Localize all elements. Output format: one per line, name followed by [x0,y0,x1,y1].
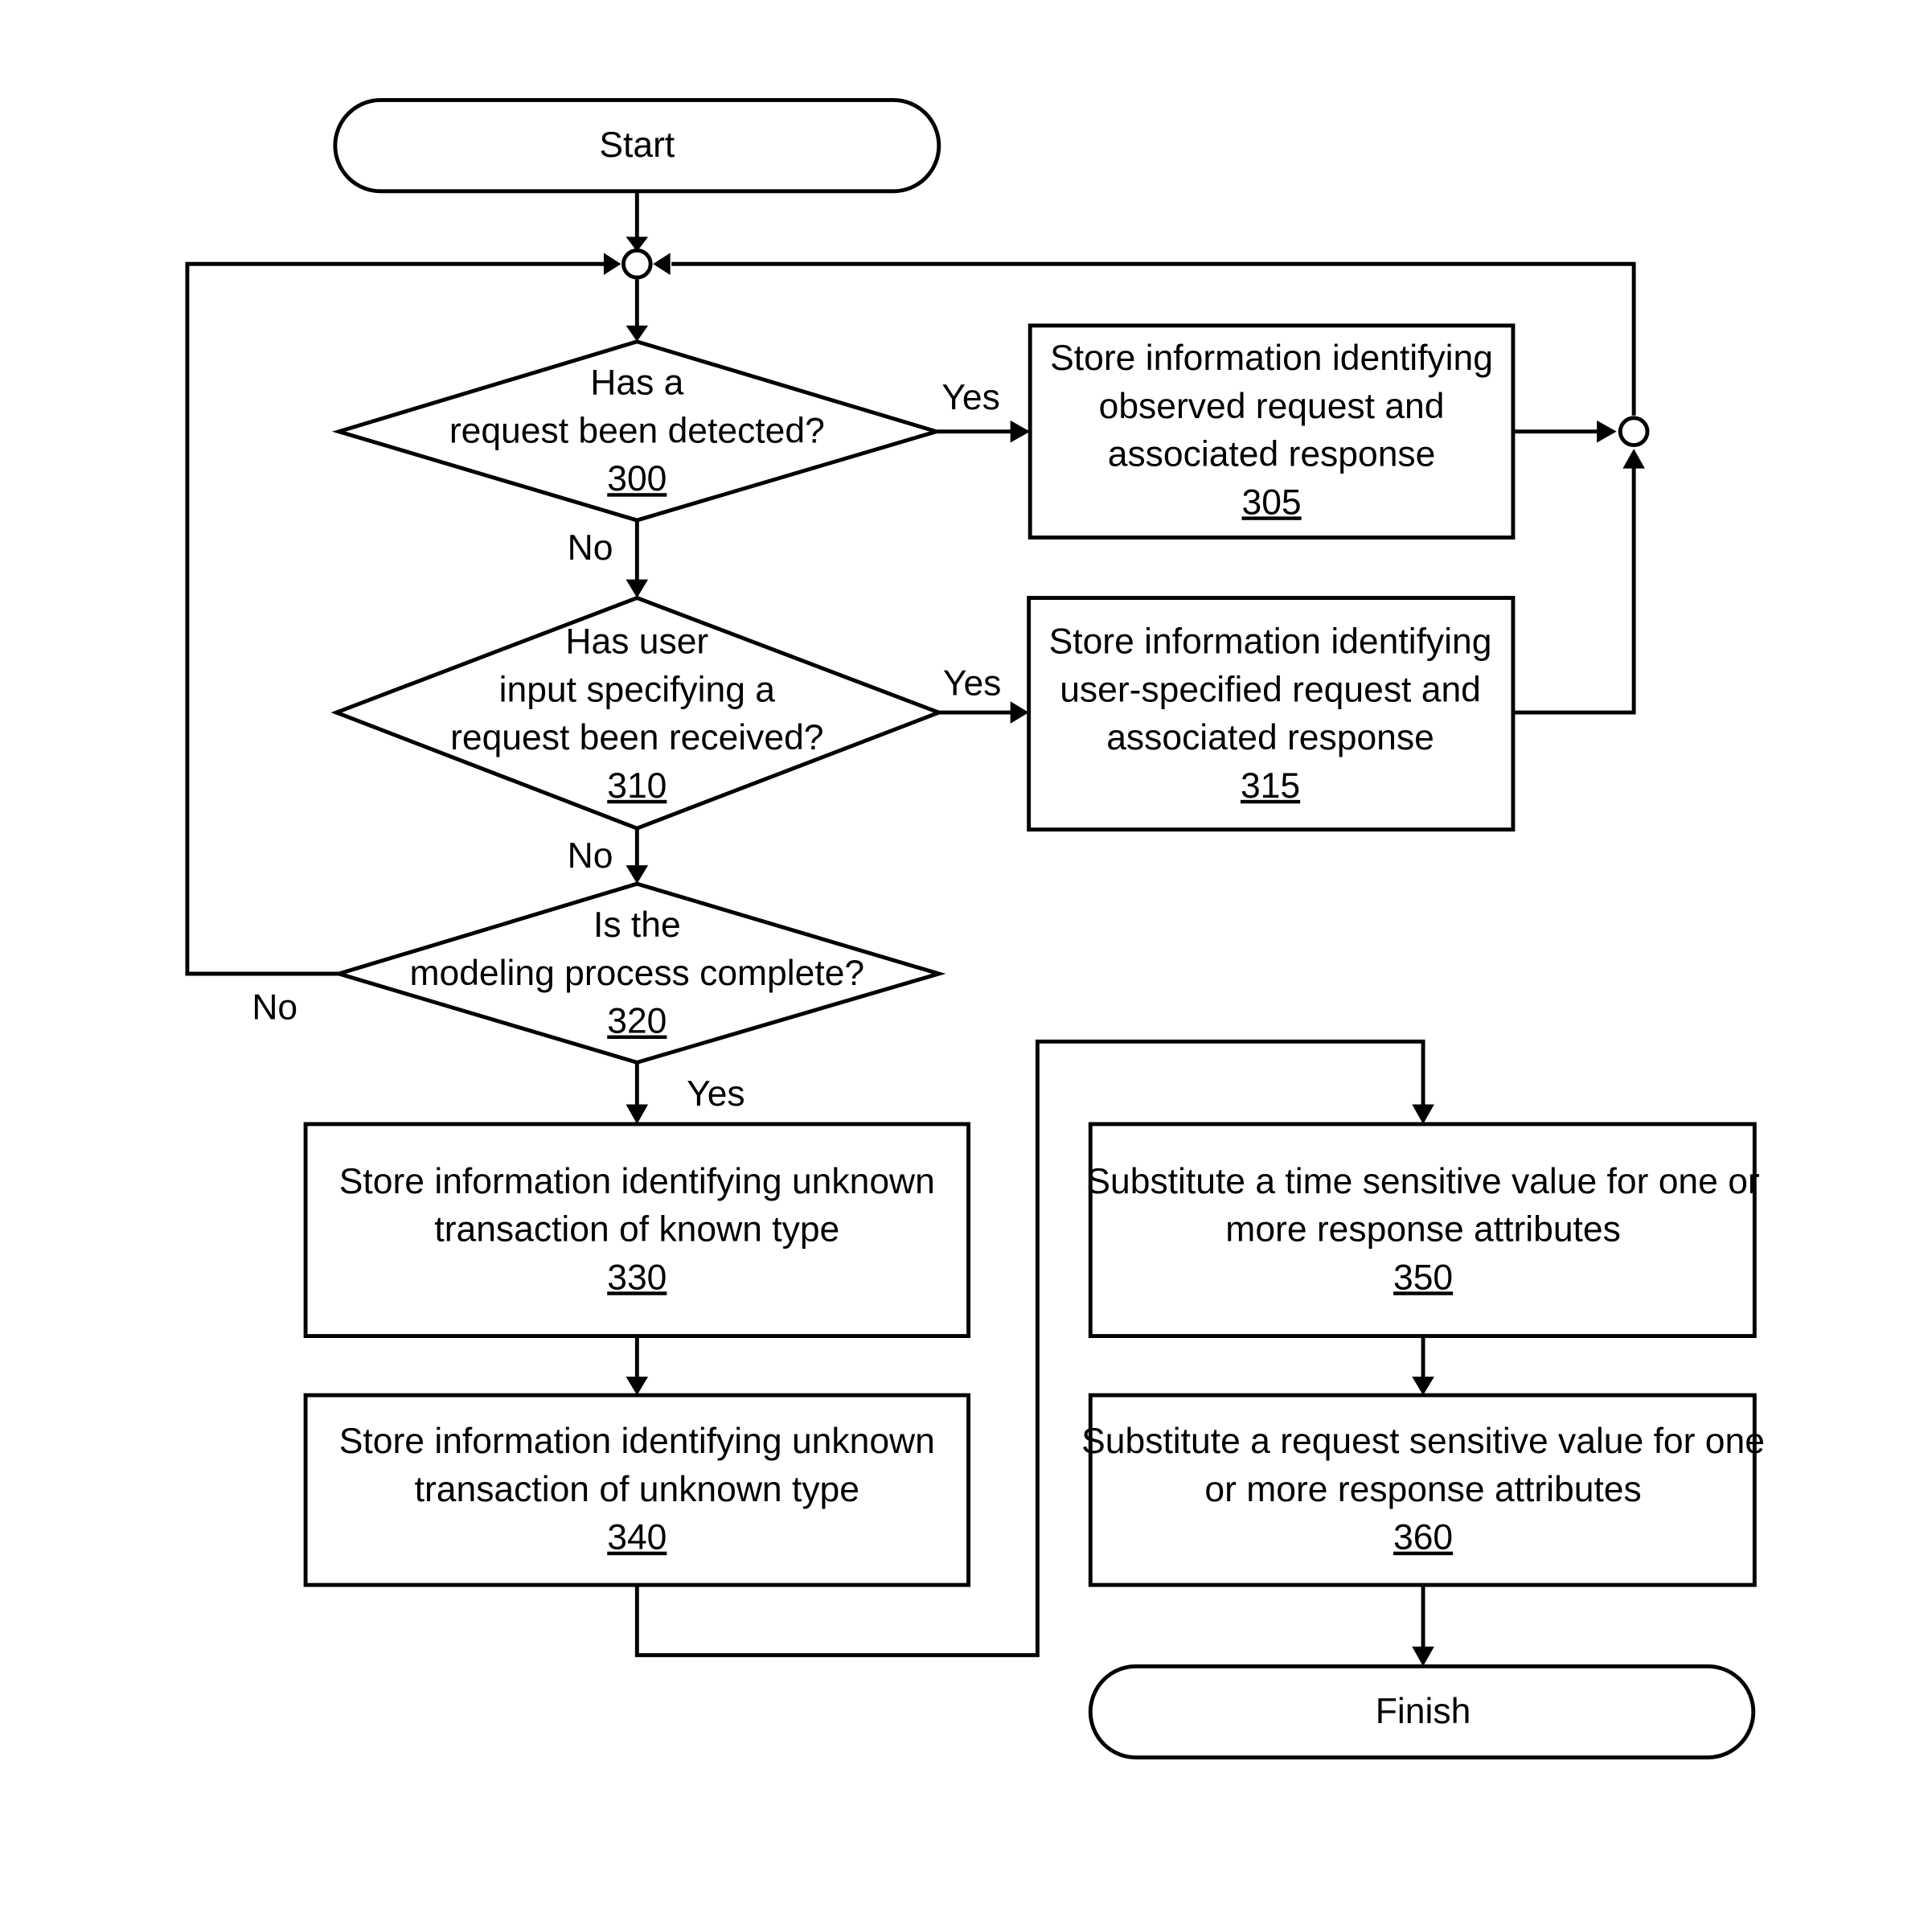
process-315-line2: user-specified request and [1060,670,1481,709]
start-terminal: Start [333,97,941,194]
edge-label-320-no: No [252,988,297,1028]
arrowhead [1597,420,1617,443]
process-305-ref: 305 [1241,482,1301,522]
decision-310-ref: 310 [607,766,667,806]
merge-junction-top [621,248,653,280]
process-350-line2: more response attributes [1225,1210,1621,1250]
process-305: Store information identifying observed r… [1028,323,1516,540]
arrowhead [1412,1377,1434,1396]
finish-terminal: Finish [1088,1664,1756,1760]
process-305-line3: associated response [1108,435,1436,474]
process-330: Store information identifying unknown tr… [303,1122,971,1339]
process-360-ref: 360 [1393,1518,1453,1558]
process-340: Store information identifying unknown tr… [303,1393,971,1587]
process-315-line3: associated response [1106,718,1434,757]
process-360-line1: Substitute a request sensitive value for… [1081,1422,1765,1461]
arrowhead [626,579,649,598]
process-340-line1: Store information identifying unknown [339,1422,935,1461]
process-305-line1: Store information identifying [1050,339,1493,378]
process-330-line2: transaction of known type [434,1210,839,1250]
process-360: Substitute a request sensitive value for… [1081,1393,1765,1587]
process-330-ref: 330 [607,1258,667,1297]
decision-310-line3: request been received? [450,718,823,757]
process-330-line1: Store information identifying unknown [339,1162,935,1201]
arrowhead [603,252,621,276]
decision-320-line2: modeling process complete? [409,954,864,993]
process-350-ref: 350 [1393,1258,1453,1297]
edge-315-to-junction [1512,466,1636,715]
process-315-ref: 315 [1241,766,1300,806]
decision-320-ref: 320 [607,1002,667,1041]
decision-300-ref: 300 [607,459,667,499]
arrowhead [1622,449,1645,469]
process-350: Substitute a time sensitive value for on… [1086,1122,1760,1339]
edge-label-300-no: No [568,528,613,568]
process-340-line2: transaction of unknown type [415,1470,859,1509]
arrowhead [1010,701,1029,724]
start-label: Start [599,125,675,165]
process-350-line1: Substitute a time sensitive value for on… [1086,1162,1760,1201]
process-315-line1: Store information identifying [1049,622,1492,662]
decision-320: Is the modeling process complete? 320 [331,881,946,1065]
edge-label-310-yes: Yes [943,664,1002,704]
arrowhead [626,865,649,884]
decision-320-line1: Is the [593,905,681,945]
merge-junction-right [1618,416,1650,447]
decision-310: Has user input specifying a request been… [330,595,945,831]
arrowhead [1412,1646,1434,1667]
decision-300-line1: Has a [590,363,683,403]
decision-300: Has a request been detected? 300 [331,339,944,523]
process-305-line2: observed request and [1099,387,1445,426]
decision-310-line1: Has user [565,622,708,662]
arrowhead [1010,420,1031,443]
arrowhead [626,1377,649,1396]
arrowhead [1412,1104,1434,1124]
process-340-ref: 340 [607,1518,667,1558]
edge-label-310-no: No [568,836,613,876]
process-360-line2: or more response attributes [1204,1470,1641,1509]
arrowhead [626,1104,649,1124]
decision-300-line2: request been detected? [449,411,825,450]
edge-label-320-yes: Yes [687,1074,745,1114]
arrowhead [626,325,649,342]
arrowhead [653,252,671,276]
decision-310-line2: input specifying a [499,670,776,709]
flowchart: Start Has a request been detected? 300 S… [185,97,1765,1760]
edge-label-300-yes: Yes [941,378,1000,417]
finish-label: Finish [1376,1692,1471,1731]
process-315: Store information identifying user-speci… [1027,596,1516,832]
